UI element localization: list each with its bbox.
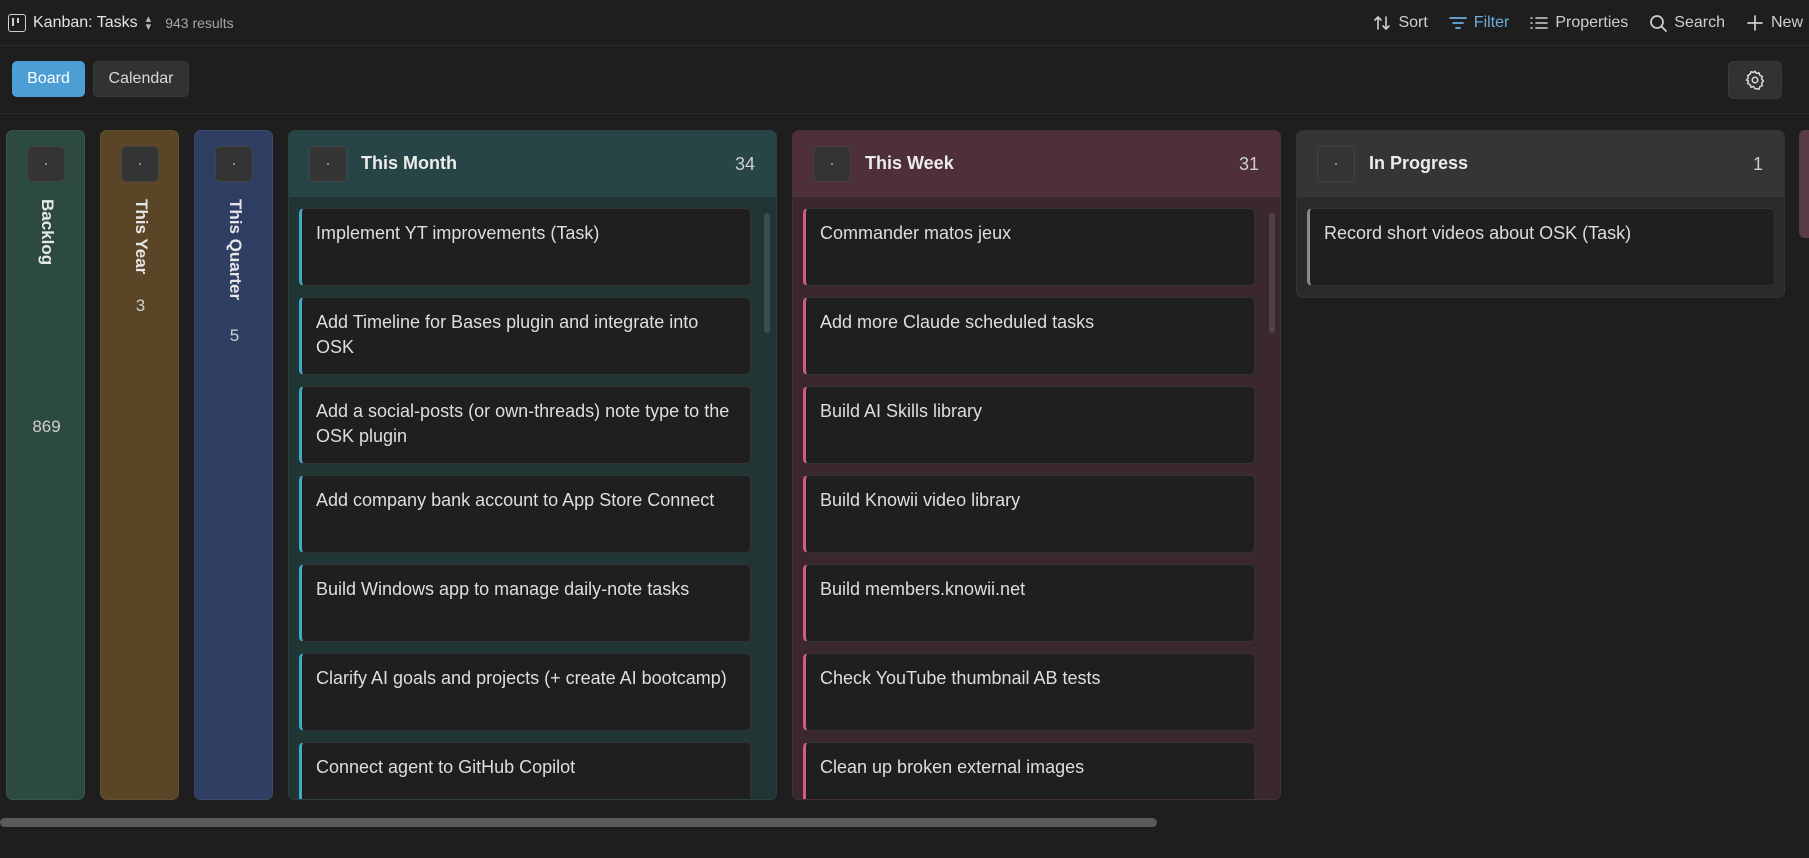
view-selector[interactable]: Kanban: Tasks ▴ ▾ [8,12,152,33]
column-drag-handle[interactable] [1317,146,1355,182]
plus-icon [1747,14,1763,31]
tab-calendar[interactable]: Calendar [93,61,189,97]
task-card[interactable]: Clean up broken external images [803,742,1255,799]
column-drag-handle[interactable] [309,146,347,182]
search-label: Search [1674,13,1725,31]
sort-icon [1374,15,1391,30]
column-scrollbar[interactable] [1269,213,1275,333]
sort-label: Sort [1398,13,1428,31]
column-header: This Week 31 [793,131,1280,197]
task-card[interactable]: Build members.knowii.net [803,564,1255,642]
column-drag-handle[interactable] [27,146,65,182]
column-count: 5 [229,326,240,345]
board-settings-button[interactable] [1728,61,1782,99]
column-partial-edge [1799,130,1809,238]
column-backlog-collapsed[interactable]: Backlog 869 [6,130,85,800]
gear-icon [1745,70,1765,91]
column-cards: Implement YT improvements (Task) Add Tim… [289,197,776,799]
column-count: 3 [135,296,146,315]
search-button[interactable]: Search [1648,13,1725,33]
view-title: Kanban: Tasks [33,13,138,31]
view-tabs-bar: Board Calendar [0,46,1809,114]
new-button[interactable]: New [1745,13,1803,33]
column-scrollbar[interactable] [764,213,770,333]
column-this-year-collapsed[interactable]: This Year 3 [100,130,179,800]
column-header: In Progress 1 [1297,131,1784,197]
filter-icon [1448,16,1467,29]
tab-board[interactable]: Board [12,61,85,97]
column-in-progress: In Progress 1 Record short videos about … [1296,130,1785,298]
column-cards: Commander matos jeux Add more Claude sch… [793,197,1280,799]
task-card[interactable]: Add more Claude scheduled tasks [803,297,1255,375]
results-count: 943 results [165,14,234,31]
task-card[interactable]: Add Timeline for Bases plugin and integr… [299,297,751,375]
kanban-view-icon [8,13,26,32]
column-title: In Progress [1369,153,1469,173]
top-toolbar: Kanban: Tasks ▴ ▾ 943 results Sort Filter… [0,0,1809,46]
board-horizontal-scrollbar[interactable] [0,818,1157,827]
task-card[interactable]: Implement YT improvements (Task) [299,208,751,286]
chevron-updown-icon: ▴ ▾ [145,12,152,33]
task-card[interactable]: Connect agent to GitHub Copilot [299,742,751,799]
sort-button[interactable]: Sort [1372,13,1428,33]
task-card[interactable]: Build Windows app to manage daily-note t… [299,564,751,642]
new-label: New [1770,13,1803,31]
column-drag-handle[interactable] [813,146,851,182]
column-title: This Year [132,199,151,275]
filter-button[interactable]: Filter [1448,13,1510,33]
search-icon [1650,14,1668,32]
properties-label: Properties [1555,13,1629,31]
task-card[interactable]: Record short videos about OSK (Task) [1307,208,1775,286]
column-this-week: This Week 31 Commander matos jeux Add mo… [792,130,1281,800]
list-icon [1530,16,1549,29]
column-title: Backlog [38,199,57,266]
column-title: This Week [865,153,954,173]
column-count: 31 [1238,154,1259,174]
task-card[interactable]: Build Knowii video library [803,475,1255,553]
properties-button[interactable]: Properties [1529,13,1628,33]
column-this-month: This Month 34 Implement YT improvements … [288,130,777,800]
task-card[interactable]: Check YouTube thumbnail AB tests [803,653,1255,731]
filter-label: Filter [1473,13,1510,31]
column-this-quarter-collapsed[interactable]: This Quarter 5 [194,130,273,800]
column-drag-handle[interactable] [121,146,159,182]
column-drag-handle[interactable] [215,146,253,182]
column-count: 34 [734,154,755,174]
task-card[interactable]: Commander matos jeux [803,208,1255,286]
column-title: This Month [361,153,457,173]
task-card[interactable]: Build AI Skills library [803,386,1255,464]
task-card[interactable]: Clarify AI goals and projects (+ create … [299,653,751,731]
column-count: 1 [1752,154,1763,174]
column-header: This Month 34 [289,131,776,197]
column-title: This Quarter [226,199,245,301]
column-count: 869 [32,417,61,436]
task-card[interactable]: Add a social-posts (or own-threads) note… [299,386,751,464]
column-cards: Record short videos about OSK (Task) [1297,197,1784,297]
task-card[interactable]: Add company bank account to App Store Co… [299,475,751,553]
